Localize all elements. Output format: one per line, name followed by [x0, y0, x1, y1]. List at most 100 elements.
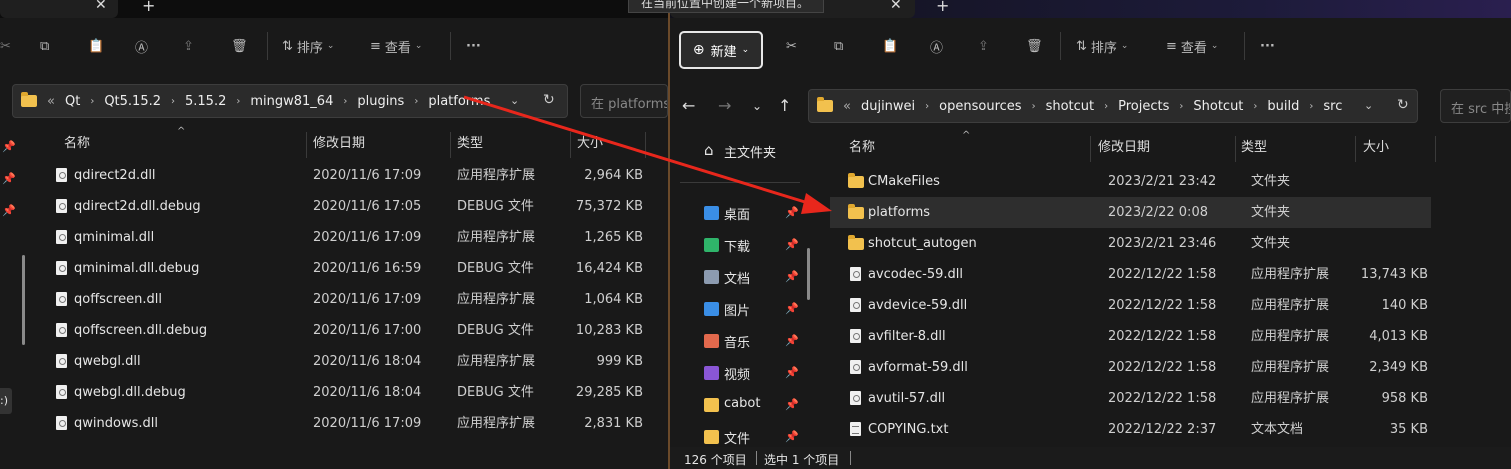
breadcrumb-overflow[interactable]: «	[843, 99, 851, 114]
file-row[interactable]: avdevice-59.dll 2022/12/22 1:58 应用程序扩展 140 …	[830, 290, 1431, 321]
more-options-button[interactable]: ···	[466, 34, 481, 58]
column-divider[interactable]	[1435, 136, 1436, 162]
breadcrumb-item[interactable]: src	[1323, 99, 1342, 114]
column-header-size[interactable]: 大小	[1363, 134, 1389, 162]
folder-icon	[704, 398, 719, 412]
rename-icon[interactable]: Ⓐ	[135, 34, 148, 58]
file-row[interactable]: qoffscreen.dll 2020/11/6 17:09 应用程序扩展 1,064…	[40, 284, 668, 315]
nav-item-document[interactable]: 文档 📌	[670, 262, 810, 292]
more-options-button[interactable]: ···	[1260, 34, 1275, 58]
new-tab-icon[interactable]: +	[142, 0, 155, 15]
column-header-size[interactable]: 大小	[577, 130, 603, 158]
breadcrumb-item[interactable]: plugins	[357, 94, 404, 109]
column-header-type[interactable]: 类型	[1241, 134, 1267, 162]
nav-scrollbar[interactable]	[22, 255, 25, 345]
up-arrow-icon[interactable]: ↑	[778, 96, 791, 115]
nav-item-pictures[interactable]: 图片 📌	[670, 294, 810, 324]
file-row[interactable]: shotcut_autogen 2023/2/21 23:46 文件夹	[830, 228, 1431, 259]
breadcrumb-item[interactable]: shotcut	[1046, 99, 1095, 114]
left-address-bar[interactable]: « Qt › Qt5.15.2 › 5.15.2 › mingw81_64 › …	[12, 84, 568, 118]
refresh-icon[interactable]: ↻	[543, 92, 555, 108]
column-divider[interactable]	[1090, 136, 1091, 162]
sort-button[interactable]: ⇅ 排序 ⌄	[282, 34, 334, 58]
breadcrumb-item[interactable]: Projects	[1118, 99, 1169, 114]
column-header-name[interactable]: 名称	[849, 134, 875, 162]
column-divider[interactable]	[645, 132, 646, 158]
file-row[interactable]: avcodec-59.dll 2022/12/22 1:58 应用程序扩展 13,74…	[830, 259, 1431, 290]
left-search-input[interactable]: 在 platforms 中搜索	[580, 84, 668, 118]
address-dropdown-icon[interactable]: ⌄	[510, 94, 519, 107]
file-row[interactable]: COPYING.txt 2022/12/22 2:37 文本文档 35 KB	[830, 414, 1431, 445]
back-arrow-icon[interactable]: ←	[682, 96, 695, 115]
column-divider[interactable]	[306, 132, 307, 158]
share-icon[interactable]: ⇪	[183, 34, 194, 58]
file-row[interactable]: qoffscreen.dll.debug 2020/11/6 17:00 DEBUG…	[40, 315, 668, 346]
file-row[interactable]: qminimal.dll.debug 2020/11/6 16:59 DEBUG 文…	[40, 253, 668, 284]
column-header-date[interactable]: 修改日期	[313, 130, 365, 158]
column-header-type[interactable]: 类型	[457, 130, 483, 158]
close-tab-icon[interactable]: ✕	[95, 0, 107, 13]
cut-icon[interactable]: ✂	[786, 34, 797, 58]
breadcrumb-item[interactable]: Qt5.15.2	[104, 94, 161, 109]
new-item-button[interactable]: ⊕ 新建 ⌄	[679, 31, 763, 69]
file-date: 2022/12/22 1:58	[1108, 391, 1217, 406]
forward-arrow-icon[interactable]: →	[718, 96, 731, 115]
file-row[interactable]: qdirect2d.dll 2020/11/6 17:09 应用程序扩展 2,964 …	[40, 160, 668, 191]
column-divider[interactable]	[450, 132, 451, 158]
nav-scrollbar[interactable]	[807, 248, 810, 300]
breadcrumb-item[interactable]: 5.15.2	[185, 94, 226, 109]
nav-item-home[interactable]: ⌂ 主文件夹	[670, 136, 810, 166]
nav-item-folder[interactable]: cabot 📌	[670, 390, 810, 420]
nav-item-desktop[interactable]: 桌面 📌	[670, 198, 810, 228]
breadcrumb-item[interactable]: build	[1267, 99, 1299, 114]
file-row[interactable]: qdirect2d.dll.debug 2020/11/6 17:05 DEBUG …	[40, 191, 668, 222]
column-header-date[interactable]: 修改日期	[1098, 134, 1150, 162]
breadcrumb-item[interactable]: Qt	[65, 94, 80, 109]
cut-icon[interactable]: ✂	[0, 34, 11, 58]
copy-icon[interactable]: ⧉	[40, 34, 49, 58]
share-icon[interactable]: ⇪	[978, 34, 989, 58]
breadcrumb-item[interactable]: dujinwei	[861, 99, 915, 114]
nav-label: cabot	[724, 396, 761, 411]
right-address-bar[interactable]: « dujinwei › opensources › shotcut › Pro…	[808, 89, 1418, 123]
rename-icon[interactable]: Ⓐ	[930, 34, 943, 58]
file-row[interactable]: qwebgl.dll.debug 2020/11/6 18:04 DEBUG 文件 2…	[40, 377, 668, 408]
refresh-icon[interactable]: ↻	[1397, 97, 1409, 113]
left-active-tab[interactable]: ✕	[0, 0, 118, 18]
nav-item-video[interactable]: 视频 📌	[670, 358, 810, 388]
breadcrumb-item[interactable]: opensources	[939, 99, 1021, 114]
breadcrumb-overflow[interactable]: «	[47, 94, 55, 109]
view-button[interactable]: ≡ 查看 ⌄	[370, 34, 422, 58]
right-file-list: ^ 名称 修改日期 类型 大小 CMakeFiles 2023/2/21 23:4…	[830, 130, 1511, 447]
copy-icon[interactable]: ⧉	[834, 34, 843, 58]
nav-item-download[interactable]: 下载 📌	[670, 230, 810, 260]
column-divider[interactable]	[1235, 136, 1236, 162]
close-tab-icon[interactable]: ✕	[890, 0, 902, 13]
paste-icon[interactable]: 📋	[88, 34, 104, 58]
delete-icon[interactable]: 🗑	[1026, 34, 1043, 58]
file-row[interactable]: CMakeFiles 2023/2/21 23:42 文件夹	[830, 166, 1431, 197]
file-row[interactable]: qwebgl.dll 2020/11/6 18:04 应用程序扩展 999 KB	[40, 346, 668, 377]
breadcrumb-item[interactable]: mingw81_64	[250, 94, 333, 109]
breadcrumb-item[interactable]: platforms	[428, 94, 490, 109]
file-row[interactable]: avformat-59.dll 2022/12/22 1:58 应用程序扩展 2,34…	[830, 352, 1431, 383]
file-row[interactable]: avfilter-8.dll 2022/12/22 1:58 应用程序扩展 4,013…	[830, 321, 1431, 352]
nav-item-music[interactable]: 音乐 📌	[670, 326, 810, 356]
view-button[interactable]: ≡ 查看 ⌄	[1166, 34, 1218, 58]
address-dropdown-icon[interactable]: ⌄	[1364, 99, 1373, 112]
column-divider[interactable]	[570, 132, 571, 158]
new-tab-icon[interactable]: +	[936, 0, 949, 15]
left-toolbar: ✂ ⧉ 📋 Ⓐ ⇪ 🗑 ⇅ 排序 ⌄ ≡ 查看 ⌄ ···	[0, 20, 668, 74]
selected-file-row[interactable]: platforms 2023/2/22 0:08 文件夹	[830, 197, 1431, 228]
file-row[interactable]: qminimal.dll 2020/11/6 17:09 应用程序扩展 1,265 K…	[40, 222, 668, 253]
column-header-name[interactable]: 名称	[64, 130, 90, 158]
paste-icon[interactable]: 📋	[882, 34, 898, 58]
file-row[interactable]: qwindows.dll 2020/11/6 17:09 应用程序扩展 2,831 K…	[40, 408, 668, 439]
recent-chevron-icon[interactable]: ⌄	[752, 99, 762, 113]
right-search-input[interactable]: 在 src 中搜索	[1440, 89, 1511, 123]
delete-icon[interactable]: 🗑	[231, 34, 248, 58]
breadcrumb-item[interactable]: Shotcut	[1193, 99, 1243, 114]
column-divider[interactable]	[1355, 136, 1356, 162]
file-row[interactable]: avutil-57.dll 2022/12/22 1:58 应用程序扩展 958 KB	[830, 383, 1431, 414]
sort-button[interactable]: ⇅ 排序 ⌄	[1076, 34, 1128, 58]
